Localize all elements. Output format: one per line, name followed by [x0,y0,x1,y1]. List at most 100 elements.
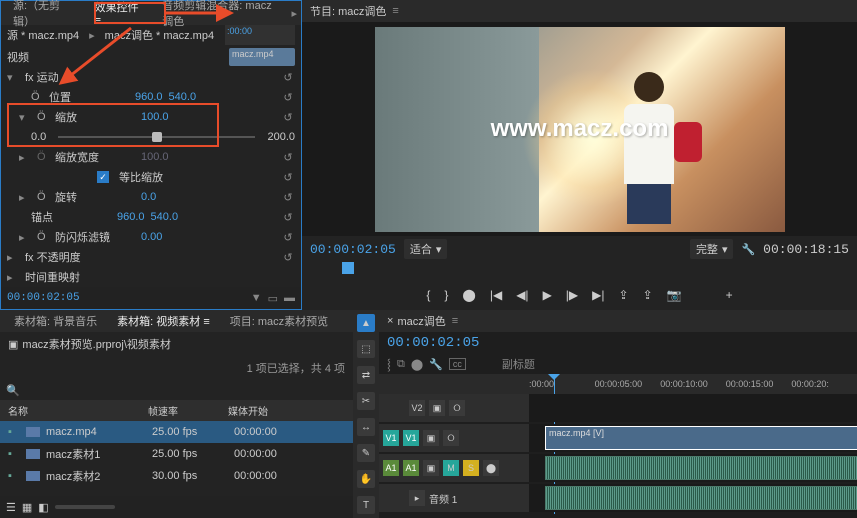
program-timecode-current[interactable]: 00:00:02:05 [310,242,396,257]
col-start[interactable]: 媒体开始 [228,403,268,418]
reset-icon[interactable]: ↺ [281,171,295,184]
program-tab[interactable]: 节目: macz调色 ≡ [302,0,857,22]
uniform-scale-row[interactable]: ✓ 等比缩放 ↺ [1,167,301,187]
motion-row[interactable]: ▾ fx 运动 ↺ [1,67,301,87]
reset-icon[interactable]: ↺ [281,111,295,124]
lift-button[interactable]: ⇪ [619,288,629,302]
track-toggle[interactable]: ▣ [423,460,439,476]
effect-panel-timecode[interactable]: 00:00:02:05 [7,292,80,304]
pen-tool[interactable]: ✎ [357,444,375,462]
program-viewer[interactable]: www.macz.com [302,22,857,236]
extract-button[interactable]: ⇪ [643,288,653,302]
col-name[interactable]: 名称 [8,403,148,418]
track-toggle[interactable]: ▣ [423,430,439,446]
antiflicker-value[interactable]: 0.00 [141,231,162,243]
program-mini-ruler[interactable] [302,262,857,280]
uniform-scale-checkbox[interactable]: ✓ [97,171,109,183]
go-to-out-button[interactable]: ▶| [592,288,604,302]
keyframe-toggle-icon[interactable]: Ö [37,111,49,123]
chevron-right-icon[interactable]: ▸ [19,231,31,244]
zoom-out-icon[interactable]: ▭ [268,292,278,305]
hand-tool[interactable]: ✋ [357,470,375,488]
mini-playhead[interactable] [342,262,354,274]
timeline-clip-chip[interactable]: macz.mp4 [229,48,295,66]
scale-row[interactable]: ▾ Ö 缩放 100.0 ↺ [1,107,301,127]
sequence-tab[interactable]: × macz调色 ≡ [379,310,857,332]
position-y-value[interactable]: 540.0 [169,91,197,103]
rotation-value[interactable]: 0.0 [141,191,156,203]
track-target-v1[interactable]: V1 [403,430,419,446]
scale-value[interactable]: 100.0 [141,111,169,123]
track-a2-header[interactable]: ▸ 音频 1 [379,484,529,512]
reset-icon[interactable]: ↺ [281,251,295,264]
mute-button[interactable]: M [443,460,459,476]
search-icon[interactable]: 🔍 [6,384,20,397]
position-x-value[interactable]: 960.0 [135,91,163,103]
mark-in-button[interactable]: { [426,288,430,302]
source-patch-v1[interactable]: V1 [383,430,399,446]
scale-slider[interactable] [58,136,255,138]
keyframe-toggle-icon[interactable]: Ö [37,231,49,243]
track-a1-header[interactable]: A1 A1 ▣ M S ⬤ [379,454,529,482]
marker-icon[interactable]: ⬤ [411,358,423,371]
expand-track-icon[interactable]: ▸ [409,490,425,506]
track-lock-icon[interactable]: ⭘ [449,400,465,416]
project-item[interactable]: ▪ macz素材2 30.00 fps 00:00:00 [0,465,353,487]
go-to-in-button[interactable]: |◀ [490,288,502,302]
reset-icon[interactable]: ↺ [281,191,295,204]
anchor-y-value[interactable]: 540.0 [151,211,179,223]
freeform-view-icon[interactable]: ◧ [38,501,48,514]
zoom-in-icon[interactable]: ▬ [284,292,295,305]
track-select-tool[interactable]: ⬚ [357,340,375,358]
zoom-slider[interactable] [55,505,115,509]
link-icon[interactable]: ⧉ [397,358,405,371]
track-v2-header[interactable]: V2 ▣ ⭘ [379,394,529,422]
track-v2-body[interactable] [529,394,857,422]
tab-bin-bgm[interactable]: 素材箱: 背景音乐 [6,310,105,332]
add-marker-button[interactable]: ⬤ [462,288,475,302]
close-icon[interactable]: × [387,315,393,327]
fit-dropdown[interactable]: 适合▾ [404,239,448,259]
button-editor-button[interactable]: + [726,288,733,302]
view-dropdown[interactable]: 完整▾ [690,239,734,259]
ripple-edit-tool[interactable]: ⇄ [357,366,375,384]
chevron-right-icon[interactable]: ▸ [19,191,31,204]
project-breadcrumb[interactable]: ▣ macz素材预览.prproj\视频素材 [0,332,353,356]
keyframe-toggle-icon[interactable]: Ö [37,191,49,203]
track-v1-body[interactable]: macz.mp4 [V] [529,424,857,452]
wrench-icon[interactable]: 🔧 [741,243,755,256]
voice-over-button[interactable]: ⬤ [483,460,499,476]
reset-icon[interactable]: ↺ [281,211,295,224]
solo-button[interactable]: S [463,460,479,476]
source-patch-a1[interactable]: A1 [383,460,399,476]
project-item[interactable]: ▪ macz.mp4 25.00 fps 00:00:00 [0,421,353,443]
keyframe-toggle-icon[interactable]: Ö [31,91,43,103]
sequence-time-ruler[interactable]: :00:00 00:00:05:00 00:00:10:00 00:00:15:… [379,374,857,394]
filter-icon[interactable]: ▼ [251,292,262,305]
col-fps[interactable]: 帧速率 [148,403,228,418]
list-view-icon[interactable]: ☰ [6,501,16,514]
track-a2-body[interactable] [529,484,857,512]
time-remap-row[interactable]: ▸ 时间重映射 [1,267,301,287]
export-frame-button[interactable]: 📷 [667,288,682,302]
reset-icon[interactable]: ↺ [281,71,295,84]
tab-bin-video[interactable]: 素材箱: 视频素材 ≡ [109,310,218,332]
anchor-x-value[interactable]: 960.0 [117,211,145,223]
video-clip[interactable]: macz.mp4 [V] [545,426,857,450]
snap-icon[interactable]: ⸾ [387,357,391,372]
track-a1-body[interactable] [529,454,857,482]
mark-out-button[interactable]: } [444,288,448,302]
icon-view-icon[interactable]: ▦ [22,501,32,514]
razor-tool[interactable]: ✂ [357,392,375,410]
step-forward-button[interactable]: |▶ [566,288,578,302]
cc-icon[interactable]: cc [449,358,466,370]
opacity-row[interactable]: ▸ fx 不透明度 ↺ [1,247,301,267]
track-target-a1[interactable]: A1 [403,460,419,476]
scale-slider-thumb[interactable] [152,132,162,142]
reset-icon[interactable]: ↺ [281,91,295,104]
menu-icon[interactable]: ≡ [392,5,398,17]
slip-tool[interactable]: ↔ [357,418,375,436]
tab-project-preview[interactable]: 项目: macz素材预览 [222,310,336,332]
audio-clip[interactable] [545,456,857,480]
step-back-button[interactable]: ◀| [516,288,528,302]
